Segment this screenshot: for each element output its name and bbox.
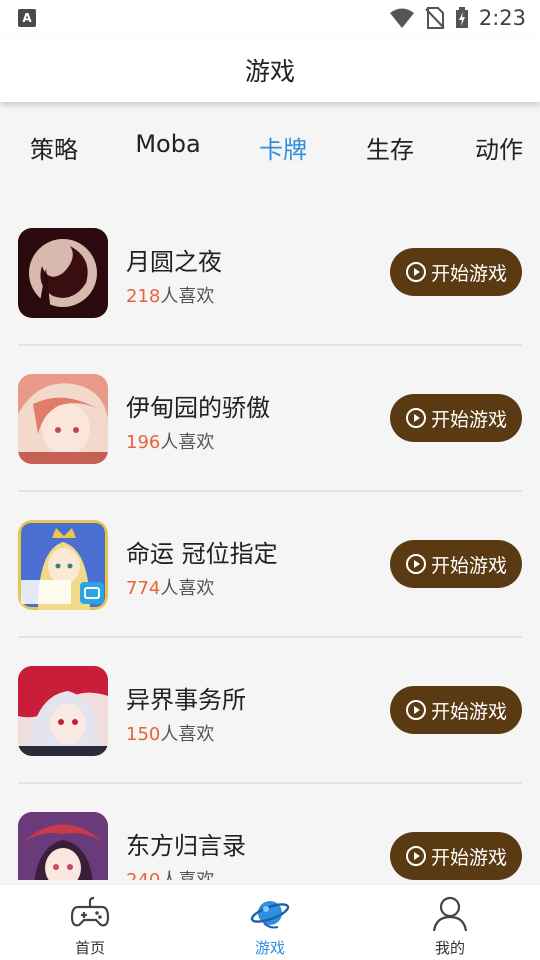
nav-games-label: 游戏	[254, 939, 285, 957]
game-likes: 196人喜欢	[126, 428, 214, 454]
tab-strategy[interactable]: 策略	[30, 130, 78, 165]
gamepad-icon	[70, 896, 110, 927]
nav-home[interactable]: 首页	[30, 885, 150, 960]
game-likes: 150人喜欢	[126, 720, 214, 746]
play-circle-icon	[405, 554, 426, 574]
likes-count: 240	[126, 870, 160, 880]
start-game-button[interactable]: 开始游戏	[390, 248, 522, 296]
battery-charging-icon	[455, 7, 468, 28]
tab-card[interactable]: 卡牌	[259, 130, 307, 165]
tab-action[interactable]: 动作	[475, 130, 523, 165]
game-row[interactable]: 东方归言录 240人喜欢 开始游戏	[18, 784, 522, 880]
start-game-label: 开始游戏	[430, 262, 507, 285]
game-name: 命运 冠位指定	[126, 540, 278, 568]
game-likes: 240人喜欢	[126, 866, 214, 880]
touhou-lost-word-game-icon[interactable]	[18, 812, 108, 880]
start-game-button[interactable]: 开始游戏	[390, 832, 522, 880]
likes-suffix: 人喜欢	[160, 286, 215, 307]
tab-moba[interactable]: Moba	[135, 130, 200, 158]
nav-games[interactable]: 游戏	[210, 885, 330, 960]
play-circle-icon	[405, 262, 426, 282]
game-row[interactable]: 月圆之夜 218人喜欢 开始游戏	[18, 200, 522, 346]
game-row[interactable]: 命运 冠位指定 774人喜欢 开始游戏	[18, 492, 522, 638]
likes-suffix: 人喜欢	[160, 870, 214, 880]
planet-icon	[250, 901, 290, 929]
likes-suffix: 人喜欢	[160, 432, 215, 453]
start-game-label: 开始游戏	[430, 700, 507, 723]
game-name: 月圆之夜	[126, 248, 222, 276]
likes-count: 196	[126, 432, 161, 453]
nav-home-label: 首页	[74, 939, 105, 957]
start-game-button[interactable]: 开始游戏	[390, 394, 522, 442]
eden-pride-game-icon[interactable]	[18, 374, 108, 464]
start-game-label: 开始游戏	[430, 408, 507, 431]
game-likes: 218人喜欢	[126, 282, 214, 308]
tab-survival[interactable]: 生存	[366, 130, 414, 165]
game-row[interactable]: 异界事务所 150人喜欢 开始游戏	[18, 638, 522, 784]
status-icons: 2:23	[389, 6, 526, 30]
game-name: 东方归言录	[126, 832, 246, 860]
fate-grand-order-game-icon[interactable]	[18, 520, 108, 610]
user-icon	[432, 896, 468, 932]
app-header: 游戏	[0, 36, 540, 102]
nav-profile[interactable]: 我的	[390, 885, 510, 960]
start-game-button[interactable]: 开始游戏	[390, 686, 522, 734]
game-likes: 774人喜欢	[126, 574, 214, 600]
otherworld-office-game-icon[interactable]	[18, 666, 108, 756]
likes-suffix: 人喜欢	[160, 578, 215, 599]
likes-count: 774	[126, 578, 161, 599]
start-game-label: 开始游戏	[430, 846, 507, 869]
game-name: 异界事务所	[126, 686, 246, 714]
status-time: 2:23	[478, 6, 526, 30]
play-circle-icon	[405, 700, 426, 720]
bottom-nav: 首页 游戏 我的	[0, 884, 540, 960]
app-notification-icon: A	[18, 9, 36, 27]
status-bar: A 2:23	[0, 0, 540, 36]
start-game-label: 开始游戏	[430, 554, 507, 577]
category-tabs: 策略 Moba 卡牌 生存 动作	[0, 118, 540, 176]
likes-count: 150	[126, 724, 161, 745]
play-circle-icon	[405, 408, 426, 428]
wifi-icon	[389, 8, 414, 28]
page-title: 游戏	[244, 57, 295, 86]
start-game-button[interactable]: 开始游戏	[390, 540, 522, 588]
no-sim-icon	[425, 7, 445, 29]
likes-count: 218	[126, 286, 161, 307]
game-name: 伊甸园的骄傲	[126, 394, 270, 422]
moon-night-game-icon[interactable]	[18, 228, 108, 318]
game-row[interactable]: 伊甸园的骄傲 196人喜欢 开始游戏	[18, 346, 522, 492]
play-circle-icon	[405, 846, 426, 866]
nav-profile-label: 我的	[434, 939, 465, 957]
likes-suffix: 人喜欢	[160, 724, 215, 745]
game-list: 月圆之夜 218人喜欢 开始游戏 伊甸园的骄傲 196人喜欢 开始游戏 命运 冠…	[18, 200, 522, 880]
